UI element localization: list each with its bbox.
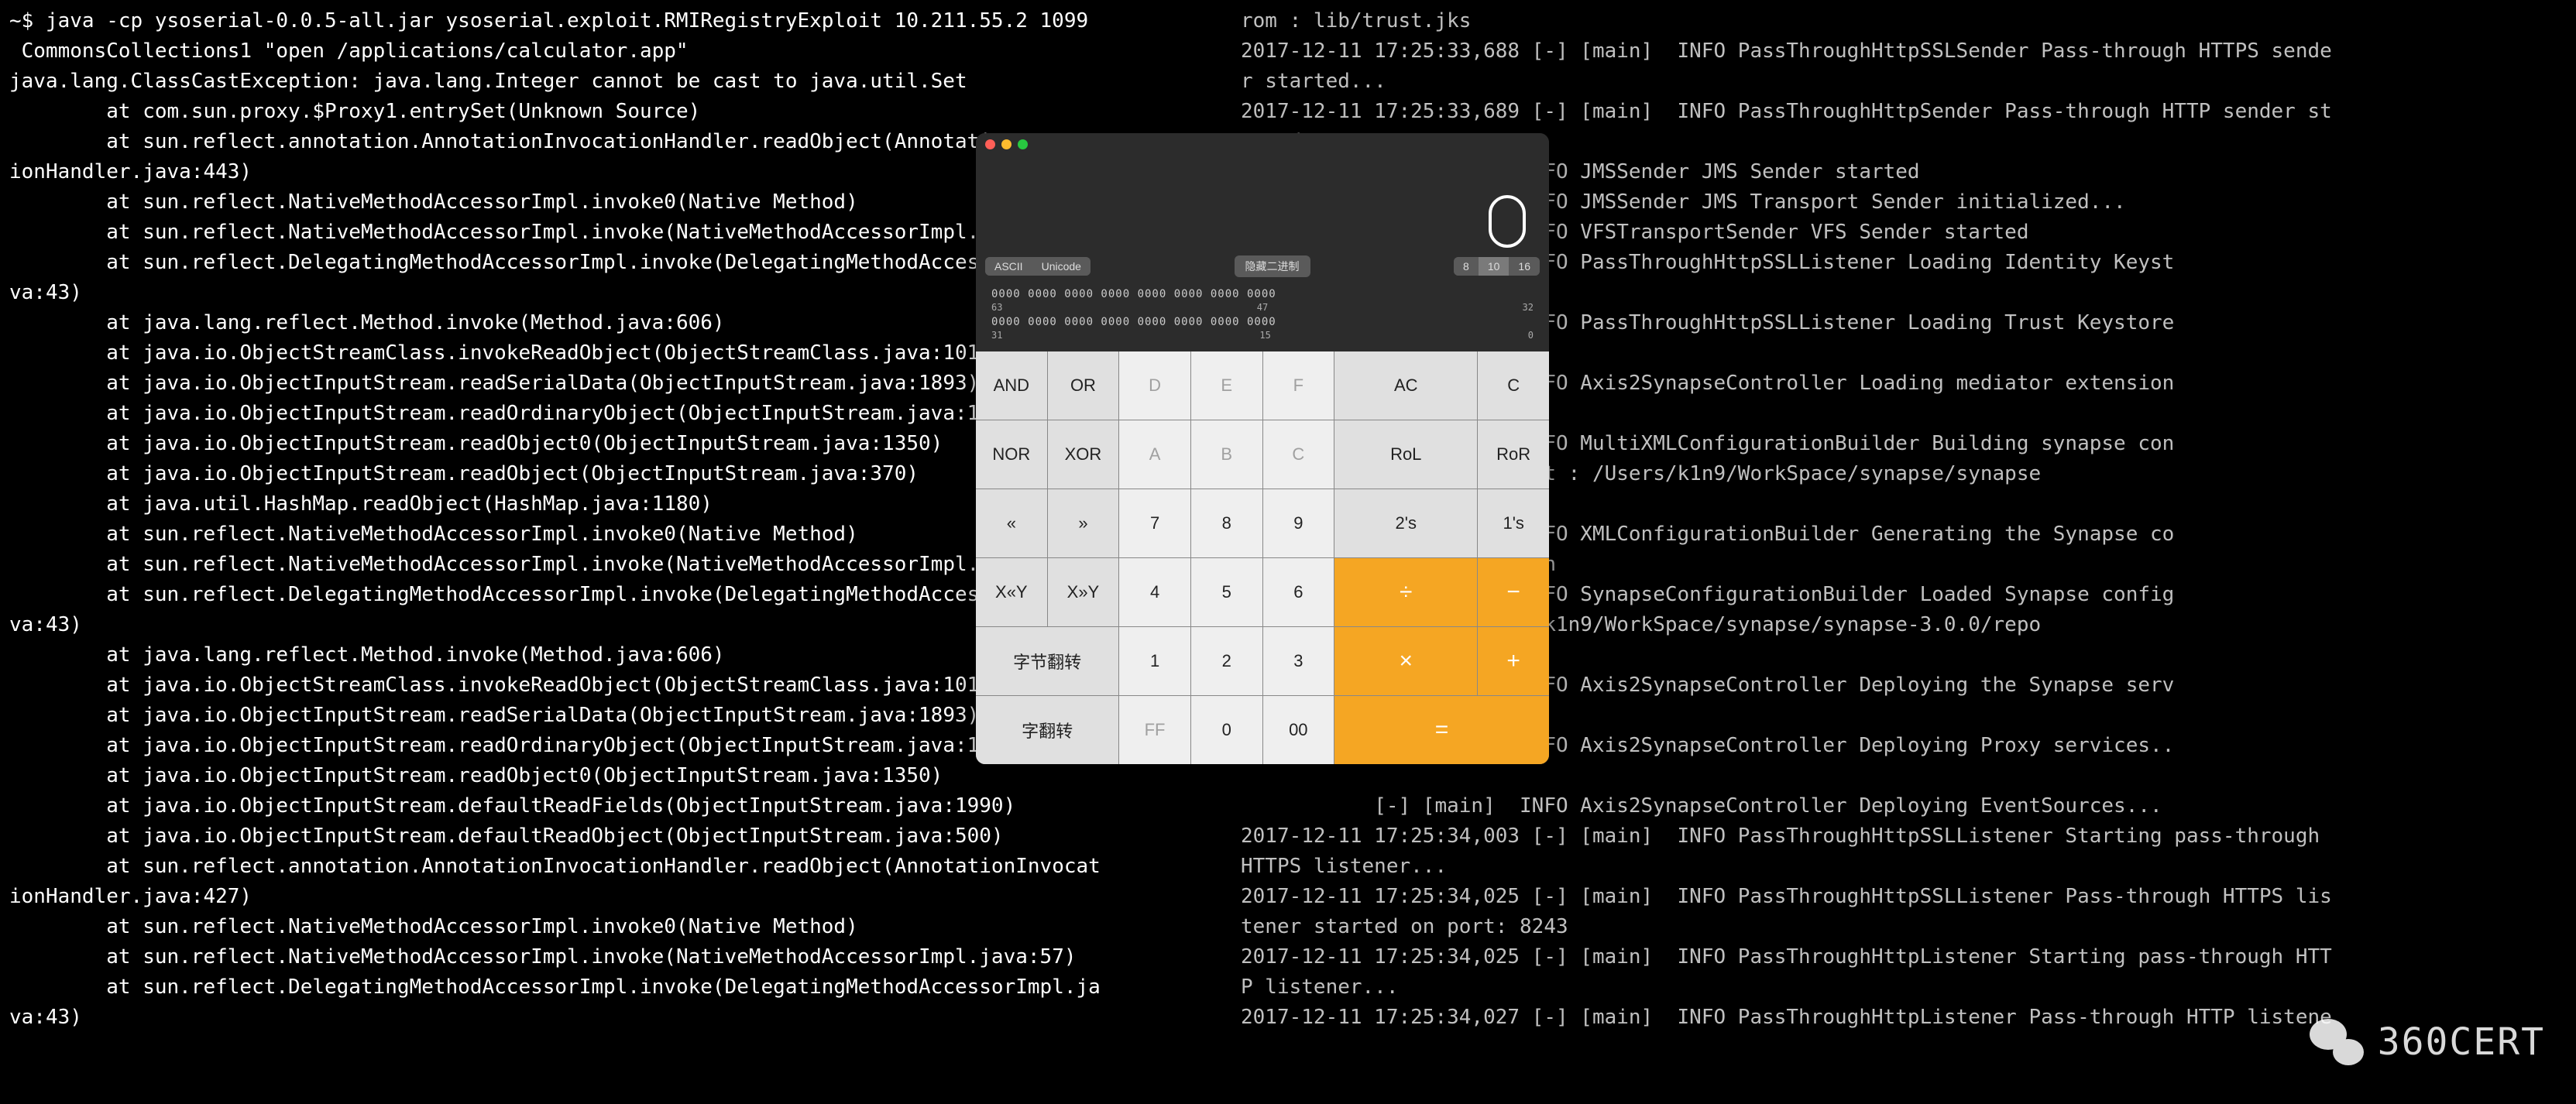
key-00[interactable]: 00 xyxy=(1263,696,1334,764)
encoding-segment: ASCII Unicode xyxy=(985,257,1091,276)
key-6[interactable]: 6 xyxy=(1263,558,1334,626)
bit-label-0: 0 xyxy=(1528,330,1534,341)
bit-label-15: 15 xyxy=(1259,330,1270,341)
key-equals[interactable]: = xyxy=(1334,696,1549,764)
bit-label-63: 63 xyxy=(991,302,1002,313)
key-ones-complement[interactable]: 1's xyxy=(1478,489,1549,557)
bit-label-47: 47 xyxy=(1257,302,1268,313)
key-rol[interactable]: RoL xyxy=(1334,420,1477,489)
bit-label-32: 32 xyxy=(1523,302,1534,313)
seg-base-10[interactable]: 10 xyxy=(1479,257,1510,276)
key-ac[interactable]: AC xyxy=(1334,351,1477,420)
key-5[interactable]: 5 xyxy=(1191,558,1262,626)
close-icon[interactable] xyxy=(985,139,995,149)
key-c[interactable]: C xyxy=(1478,351,1549,420)
seg-ascii[interactable]: ASCII xyxy=(985,257,1032,276)
key-ff[interactable]: FF xyxy=(1119,696,1190,764)
key-3[interactable]: 3 xyxy=(1263,627,1334,695)
key-byte-flip[interactable]: 字节翻转 xyxy=(976,627,1118,695)
key-multiply[interactable]: × xyxy=(1334,627,1477,695)
key-8[interactable]: 8 xyxy=(1191,489,1262,557)
watermark-text: 360CERT xyxy=(2378,1020,2545,1064)
calculator-display xyxy=(976,155,1549,255)
base-segment: 8 10 16 xyxy=(1454,257,1540,276)
wechat-icon xyxy=(2310,1019,2364,1065)
key-rshift[interactable]: » xyxy=(1048,489,1119,557)
key-plus[interactable]: + xyxy=(1478,627,1549,695)
minimize-icon[interactable] xyxy=(1001,139,1012,149)
bit-label-31: 31 xyxy=(991,330,1002,341)
key-2[interactable]: 2 xyxy=(1191,627,1262,695)
bit-row-high[interactable]: 0000 0000 0000 0000 0000 0000 0000 0000 xyxy=(991,288,1534,300)
key-0[interactable]: 0 xyxy=(1191,696,1262,764)
key-9[interactable]: 9 xyxy=(1263,489,1334,557)
window-titlebar[interactable] xyxy=(976,133,1549,155)
key-minus[interactable]: − xyxy=(1478,558,1549,626)
seg-base-8[interactable]: 8 xyxy=(1454,257,1479,276)
key-lshift[interactable]: « xyxy=(976,489,1047,557)
key-d[interactable]: D xyxy=(1119,351,1190,420)
key-a[interactable]: A xyxy=(1119,420,1190,489)
key-1[interactable]: 1 xyxy=(1119,627,1190,695)
calculator-window: ASCII Unicode 隐藏二进制 8 10 16 0000 0000 00… xyxy=(976,133,1549,764)
key-x-rshift-y[interactable]: X»Y xyxy=(1048,558,1119,626)
key-word-flip[interactable]: 字翻转 xyxy=(976,696,1118,764)
key-and[interactable]: AND xyxy=(976,351,1047,420)
seg-base-16[interactable]: 16 xyxy=(1509,257,1540,276)
key-nor[interactable]: NOR xyxy=(976,420,1047,489)
key-4[interactable]: 4 xyxy=(1119,558,1190,626)
key-divide[interactable]: ÷ xyxy=(1334,558,1477,626)
calculator-toolbar: ASCII Unicode 隐藏二进制 8 10 16 xyxy=(976,255,1549,283)
seg-unicode[interactable]: Unicode xyxy=(1032,257,1091,276)
key-f[interactable]: F xyxy=(1263,351,1334,420)
key-xor[interactable]: XOR xyxy=(1048,420,1119,489)
key-hex-c[interactable]: C xyxy=(1263,420,1334,489)
key-or[interactable]: OR xyxy=(1048,351,1119,420)
key-twos-complement[interactable]: 2's xyxy=(1334,489,1477,557)
zoom-icon[interactable] xyxy=(1018,139,1028,149)
key-7[interactable]: 7 xyxy=(1119,489,1190,557)
watermark: 360CERT xyxy=(2310,1019,2545,1065)
key-ror[interactable]: RoR xyxy=(1478,420,1549,489)
bit-row-low[interactable]: 0000 0000 0000 0000 0000 0000 0000 0000 xyxy=(991,316,1534,328)
binary-bits-panel: 0000 0000 0000 0000 0000 0000 0000 0000 … xyxy=(976,283,1549,351)
display-zero-icon xyxy=(1489,195,1526,248)
key-e[interactable]: E xyxy=(1191,351,1262,420)
hide-binary-button[interactable]: 隐藏二进制 xyxy=(1235,255,1310,277)
key-b[interactable]: B xyxy=(1191,420,1262,489)
key-x-lshift-y[interactable]: X«Y xyxy=(976,558,1047,626)
calculator-keypad: AND OR D E F AC C NOR XOR A B C RoL RoR … xyxy=(976,351,1549,764)
